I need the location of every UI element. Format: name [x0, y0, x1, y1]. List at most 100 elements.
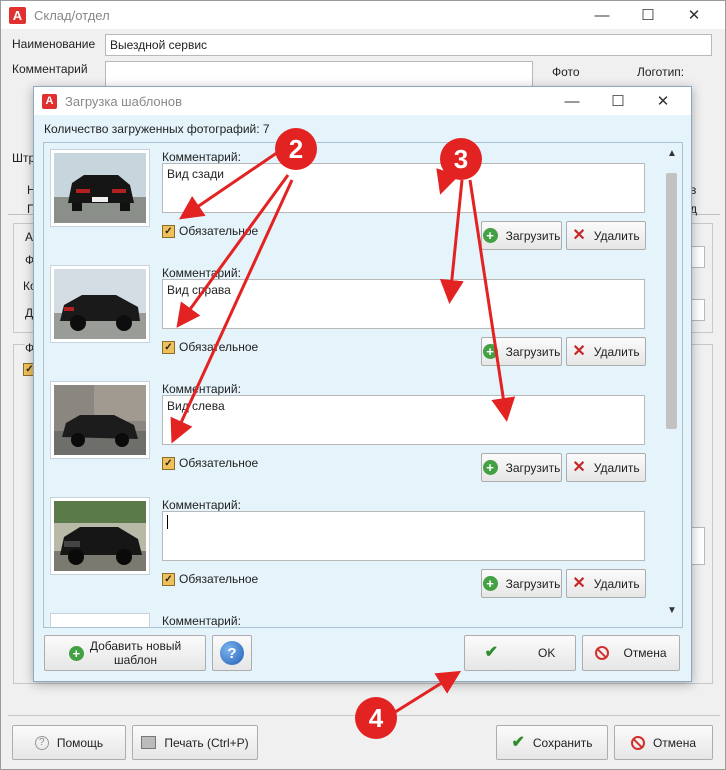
scroll-thumb[interactable] [666, 173, 677, 429]
template-photo-1[interactable] [50, 149, 150, 227]
scroll-down-icon[interactable]: ▼ [667, 605, 677, 616]
delete-label: Удалить [593, 228, 640, 243]
name-value: Выездной сервис [110, 38, 208, 52]
template-comment-text: Вид слева [167, 399, 225, 413]
add-template-button[interactable]: + Добавить новый шаблон [44, 635, 206, 671]
close-icon[interactable]: ✕ [671, 1, 717, 29]
comment-label: Комментарий: [162, 498, 241, 512]
printer-icon [141, 736, 157, 749]
dialog-maximize-icon[interactable]: ☐ [595, 87, 641, 115]
delete-button[interactable]: ✕ Удалить [566, 337, 646, 366]
upload-button[interactable]: + Загрузить [481, 221, 562, 250]
template-comment-field[interactable]: Вид справа [162, 279, 645, 329]
add-template-label: Добавить новый шаблон [90, 639, 181, 667]
help-circle-icon: ? [34, 735, 49, 750]
maximize-icon[interactable]: ☐ [625, 1, 671, 29]
bg-group-fragment: А [25, 230, 34, 244]
help-button[interactable]: ? Помощь [12, 725, 126, 760]
checkmark-icon: ✔ [511, 733, 525, 751]
add-template-label-line2: шаблон [113, 653, 158, 667]
dialog-minimize-icon[interactable]: — [549, 87, 595, 115]
comment-label: Комментарий: [162, 614, 241, 628]
ok-button[interactable]: ✔ OK [464, 635, 576, 671]
comment-label: Комментарий [12, 62, 88, 76]
print-button[interactable]: Печать (Ctrl+P) [132, 725, 258, 760]
required-label: Обязательное [179, 456, 259, 470]
upload-label: Загрузить [505, 460, 561, 475]
dialog-close-icon[interactable]: ✕ [640, 87, 686, 115]
bg-field-box[interactable] [691, 246, 705, 268]
upload-label: Загрузить [505, 228, 561, 243]
template-comment-text: Вид сзади [167, 167, 224, 181]
annotation-badge-3: 3 [440, 138, 482, 180]
save-button[interactable]: ✔ Сохранить [496, 725, 608, 760]
delete-label: Удалить [593, 460, 640, 475]
template-comment-field[interactable] [162, 627, 645, 628]
ok-label: OK [538, 646, 556, 660]
main-cancel-label: Отмена [652, 735, 697, 750]
dialog-cancel-button[interactable]: Отмена [582, 635, 680, 671]
no-entry-icon [630, 735, 645, 750]
delete-x-icon: ✕ [572, 226, 586, 244]
template-photo-4[interactable] [50, 497, 150, 575]
upload-label: Загрузить [505, 576, 561, 591]
main-window-title: Склад/отдел [34, 7, 110, 23]
delete-button[interactable]: ✕ Удалить [566, 453, 646, 482]
annotation-badge-4: 4 [355, 697, 397, 739]
template-photo-2[interactable] [50, 265, 150, 343]
template-comment-field[interactable]: Вид сзади [162, 163, 645, 213]
no-entry-icon [595, 646, 610, 660]
checkmark-icon: ✔ [484, 644, 499, 661]
scroll-up-icon[interactable]: ▲ [667, 148, 677, 159]
required-checkbox[interactable]: ✓ [162, 457, 175, 470]
help-button[interactable]: ? [212, 635, 252, 671]
delete-button[interactable]: ✕ Удалить [566, 569, 646, 598]
upload-label: Загрузить [505, 344, 561, 359]
print-label: Печать (Ctrl+P) [164, 735, 249, 750]
minimize-icon[interactable]: — [579, 1, 625, 29]
dialog-titlebar: A Загрузка шаблонов — ☐ ✕ [34, 87, 691, 115]
photo-count-label: Количество загруженных фотографий: 7 [44, 122, 270, 136]
required-label: Обязательное [179, 572, 259, 586]
bg-field-box[interactable] [691, 527, 705, 565]
plus-icon: + [482, 344, 498, 359]
dialog-cancel-label: Отмена [623, 646, 667, 660]
logo-label: Логотип: [637, 65, 685, 79]
required-checkbox[interactable]: ✓ [162, 225, 175, 238]
comment-label: Комментарий: [162, 266, 241, 280]
plus-icon: + [482, 228, 498, 243]
upload-button[interactable]: + Загрузить [481, 337, 562, 366]
add-template-label-line1: Добавить новый [89, 639, 182, 653]
upload-button[interactable]: + Загрузить [481, 569, 562, 598]
delete-x-icon: ✕ [572, 458, 586, 476]
app-logo-icon: A [42, 93, 57, 109]
annotation-badge-2: 2 [275, 128, 317, 170]
template-list: ▲ ▼ Комментарий: Вид сзади ✓ Обязательно… [43, 142, 683, 628]
barcode-label: Штр [12, 151, 36, 165]
template-comment-field[interactable]: Вид слева [162, 395, 645, 445]
template-comment-text: Вид справа [167, 283, 231, 297]
delete-x-icon: ✕ [572, 342, 586, 360]
main-cancel-button[interactable]: Отмена [614, 725, 713, 760]
template-comment-field[interactable] [162, 511, 645, 561]
template-photo-3[interactable] [50, 381, 150, 459]
question-icon: ? [220, 641, 244, 665]
help-label: Помощь [56, 735, 104, 750]
scrollbar[interactable]: ▲ ▼ [662, 143, 682, 627]
comment-label: Комментарий: [162, 382, 241, 396]
name-field[interactable]: Выездной сервис [105, 34, 712, 56]
plus-icon: + [68, 645, 84, 661]
required-checkbox[interactable]: ✓ [162, 341, 175, 354]
required-label: Обязательное [179, 224, 259, 238]
plus-icon: + [482, 576, 498, 591]
required-checkbox[interactable]: ✓ [162, 573, 175, 586]
delete-label: Удалить [593, 576, 640, 591]
main-titlebar: A Склад/отдел — ☐ ✕ [1, 1, 725, 29]
save-label: Сохранить [532, 735, 593, 750]
delete-button[interactable]: ✕ Удалить [566, 221, 646, 250]
template-photo-5[interactable] [50, 613, 150, 627]
template-dialog: A Загрузка шаблонов — ☐ ✕ Количество заг… [33, 86, 692, 682]
upload-button[interactable]: + Загрузить [481, 453, 562, 482]
required-label: Обязательное [179, 340, 259, 354]
bg-field-box[interactable] [691, 299, 705, 321]
